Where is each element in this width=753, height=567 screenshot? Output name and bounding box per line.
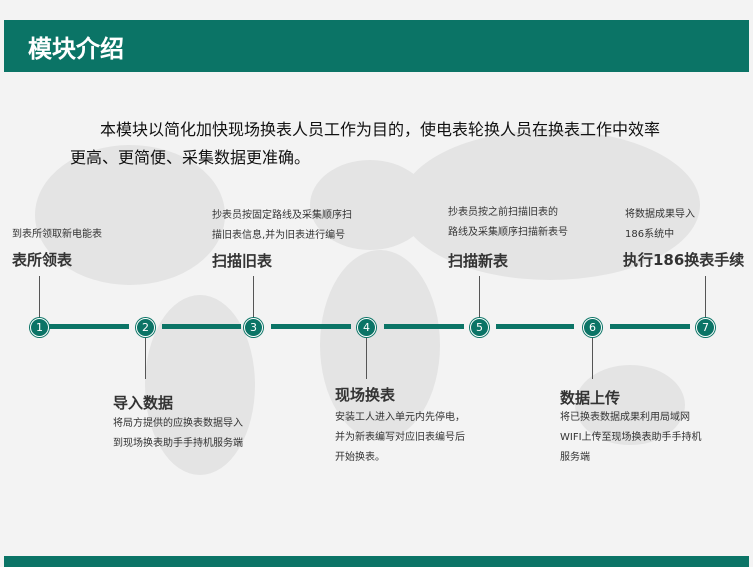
step-4-desc: 安装工人进入单元内先停电， 并为新表编写对应旧表编号后 开始换表。 <box>335 412 465 463</box>
step-node-7: 7 <box>696 318 715 337</box>
footer-bar <box>4 556 749 567</box>
step-1-desc: 到表所领取新电能表 <box>12 229 102 240</box>
step-4-title: 现场换表 <box>335 386 396 404</box>
timeline-segment <box>162 324 241 329</box>
step-3-title: 扫描旧表 <box>212 252 273 270</box>
timeline-segment <box>384 324 464 329</box>
timeline-segment <box>496 324 574 329</box>
timeline-segment <box>49 324 129 329</box>
connector-line <box>145 337 146 379</box>
step-5-title: 扫描新表 <box>448 252 509 270</box>
connector-line <box>705 276 706 318</box>
connector-line <box>479 276 480 318</box>
step-2-title: 导入数据 <box>113 394 174 412</box>
step-5-desc: 抄表员按之前扫描旧表的 路线及采集顺序扫描新表号 <box>448 207 568 238</box>
step-1-title: 表所领表 <box>12 251 73 269</box>
step-7-title: 执行186换表手续 <box>623 251 745 269</box>
page-title: 模块介绍 <box>28 35 124 63</box>
connector-line <box>366 337 367 379</box>
step-7-desc: 将数据成果导入 186系统中 <box>625 209 695 240</box>
step-2-desc: 将局方提供的应换表数据导入 到现场换表助手手持机服务端 <box>113 418 243 449</box>
connector-line <box>39 276 40 318</box>
step-node-5: 5 <box>470 318 489 337</box>
step-node-6: 6 <box>583 318 602 337</box>
header-bar: 模块介绍 <box>4 20 749 72</box>
intro-text: 本模块以简化加快现场换表人员工作为目的，使电表轮换人员在换表工作中效率更高、更简… <box>70 120 661 167</box>
timeline-segment <box>271 324 351 329</box>
step-node-3: 3 <box>244 318 263 337</box>
step-6-title: 数据上传 <box>560 389 621 407</box>
connector-line <box>592 337 593 379</box>
slide: 模块介绍 本模块以简化加快现场换表人员工作为目的，使电表轮换人员在换表工作中效率… <box>0 0 753 567</box>
timeline-segment <box>610 324 690 329</box>
step-node-2: 2 <box>136 318 155 337</box>
step-node-4: 4 <box>357 318 376 337</box>
step-3-desc: 抄表员按固定路线及采集顺序扫 描旧表信息,并为旧表进行编号 <box>212 210 352 241</box>
step-6-desc: 将已换表数据成果利用局域网 WIFI上传至现场换表助手手持机 服务端 <box>560 412 702 463</box>
step-node-1: 1 <box>30 318 49 337</box>
connector-line <box>253 276 254 318</box>
